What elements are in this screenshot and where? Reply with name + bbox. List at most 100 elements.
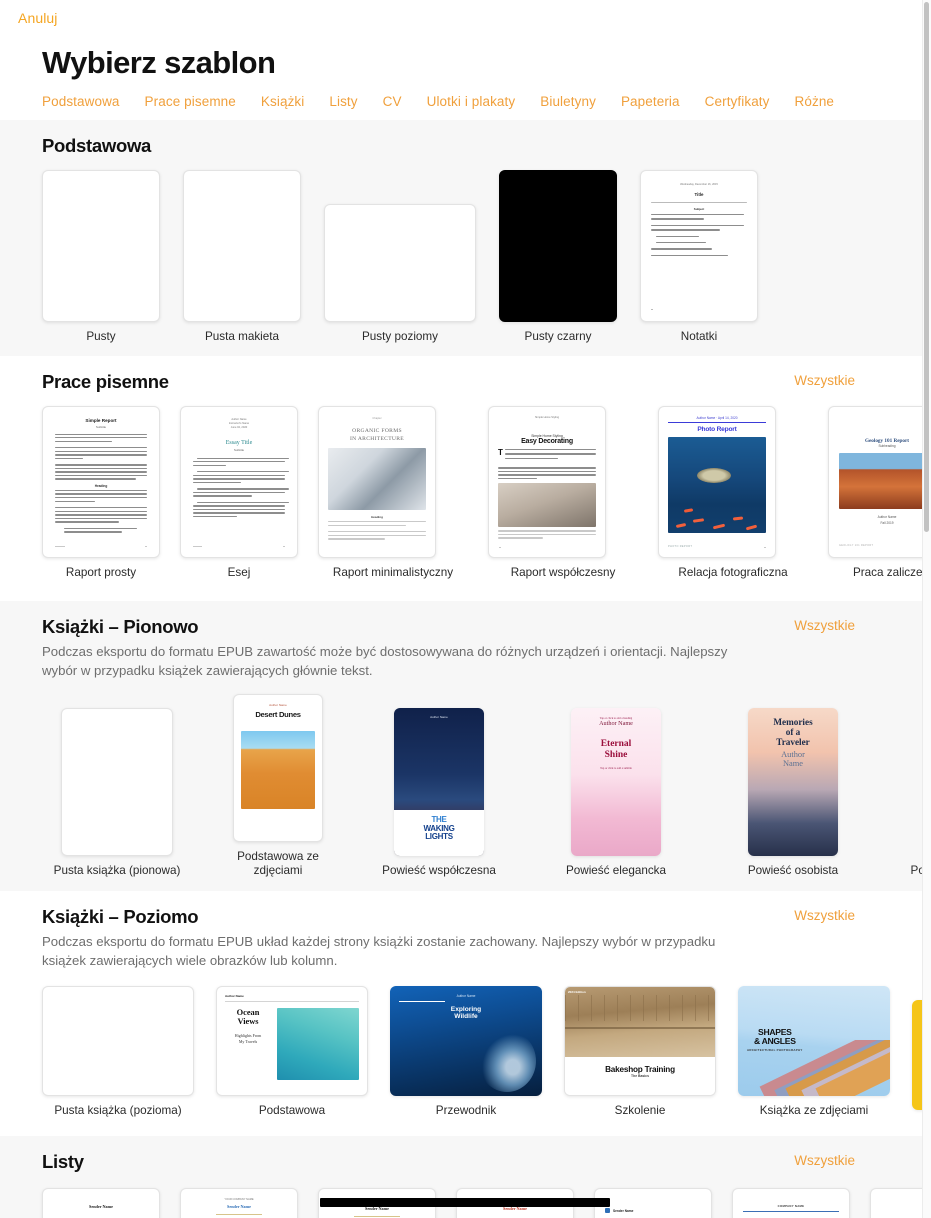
template-item-przewodnik[interactable]: Author Name Exploring Wildlife Przewodni…	[390, 986, 542, 1118]
thumbnail-szkolenie[interactable]: 2024 Edition Bakeshop Training The Basic…	[564, 986, 716, 1096]
template-caption: Książka ze zdjęciami	[759, 1104, 869, 1117]
memories-line3: Traveler	[776, 737, 810, 747]
eternal-author: Author Name	[599, 720, 633, 727]
template-caption: Raport współczesny	[510, 566, 616, 579]
template-item-podstawowa-ze-zdjeciami[interactable]: Author Name Desert Dunes Podstawowa ze z…	[219, 694, 337, 878]
template-item-list-2[interactable]: YOUR COMPANY NAME Sender Name	[180, 1188, 298, 1218]
template-item-powiesc-osobista[interactable]: Memories of a Traveler Author Name Powie…	[718, 708, 868, 878]
doc-subtitle: Subtitle	[95, 424, 107, 429]
tab-certyfikaty[interactable]: Certyfikaty	[705, 94, 770, 110]
essay-subtitle: Subtitle	[233, 447, 245, 452]
see-all-link[interactable]: Wszystkie	[794, 370, 913, 392]
thumbnail-pusta-ksiazka-pionowa[interactable]	[61, 708, 173, 856]
page-title: Wybierz szablon	[42, 45, 276, 80]
template-item-pusta-ksiazka-pozioma[interactable]: Pusta książka (pozioma)	[42, 986, 194, 1118]
thumbnail-esej[interactable]: Author Name Instructor's Name June 04, 2…	[180, 406, 298, 558]
see-all-link[interactable]: Wszystkie	[794, 905, 913, 927]
cancel-button[interactable]: Anuluj	[18, 10, 58, 26]
thumbnail-pusty[interactable]	[42, 170, 160, 322]
notes-title: Title	[694, 192, 704, 197]
tab-listy[interactable]: Listy	[329, 94, 357, 110]
thumbnail-podstawowa-pozioma[interactable]: Author Name Ocean Views Highlights From …	[216, 986, 368, 1096]
template-caption: Powieść współczesna	[382, 864, 496, 877]
template-item-podstawowa-pozioma[interactable]: Author Name Ocean Views Highlights From …	[216, 986, 368, 1118]
thumbnail-relacja-fotograficzna[interactable]: Author Name · April 14, 2020 Photo Repor…	[658, 406, 776, 558]
thumbnail-notatki[interactable]: Wednesday, December 16, 2015 Title Subje…	[640, 170, 758, 322]
thumbnail-list-2[interactable]: YOUR COMPANY NAME Sender Name	[180, 1188, 298, 1218]
thumbnail-przewodnik[interactable]: Author Name Exploring Wildlife	[390, 986, 542, 1096]
dunes-title: Desert Dunes	[255, 710, 301, 719]
tab-ksiazki[interactable]: Książki	[261, 94, 304, 110]
template-item-raport-prosty[interactable]: Simple Report Subtitle Heading Raport pr…	[42, 406, 160, 580]
template-item-relacja-fotograficzna[interactable]: Author Name · April 14, 2020 Photo Repor…	[658, 406, 808, 580]
thumbnail-praca-zaliczeniowa[interactable]: Geology 101 Report Subheading Author Nam…	[828, 406, 931, 558]
see-all-link[interactable]: Wszystkie	[794, 615, 913, 637]
template-caption: Praca zaliczeniowa	[852, 566, 931, 579]
template-item-pusty-poziomy[interactable]: Pusty poziomy	[324, 170, 476, 344]
tab-prace-pisemne[interactable]: Prace pisemne	[145, 94, 236, 110]
section-header: Prace pisemne Wszystkie	[0, 356, 931, 394]
section-header: Książki – Pionowo Wszystkie	[0, 601, 931, 639]
thumbnail-powiesc-osobista[interactable]: Memories of a Traveler Author Name	[748, 708, 838, 856]
section-header: Listy Wszystkie	[0, 1136, 931, 1174]
template-caption: Przewodnik	[435, 1104, 497, 1117]
template-item-pusta-ksiazka-pionowa[interactable]: Pusta książka (pionowa)	[42, 708, 192, 878]
section-podstawowa: Podstawowa Pusty Pusta makieta Pusty poz…	[0, 120, 931, 356]
letter-sender: Sender Name	[89, 1204, 113, 1209]
template-caption: Pusta książka (pozioma)	[54, 1104, 182, 1117]
essay-title: Essay Title	[225, 440, 253, 446]
tab-cv[interactable]: CV	[383, 94, 402, 110]
thumbnail-raport-wspolczesny[interactable]: Simple Home Styling Simple Home Styling …	[488, 406, 606, 558]
template-item-notatki[interactable]: Wednesday, December 16, 2015 Title Subje…	[640, 170, 758, 344]
tab-ulotki-i-plakaty[interactable]: Ulotki i plakaty	[427, 94, 516, 110]
template-item-esej[interactable]: Author Name Instructor's Name June 04, 2…	[180, 406, 298, 580]
template-item-szkolenie[interactable]: 2024 Edition Bakeshop Training The Basic…	[564, 986, 716, 1118]
template-item-pusta-makieta[interactable]: Pusta makieta	[183, 170, 301, 344]
template-item-list-6[interactable]: COMPANY NAME	[732, 1188, 850, 1218]
thumbnail-raport-prosty[interactable]: Simple Report Subtitle Heading	[42, 406, 160, 558]
thumbnail-powiesc-wspolczesna[interactable]: Author Name THE WAKING LIGHTS	[394, 708, 484, 856]
bakeshop-subtitle: The Basics	[631, 1074, 649, 1078]
thumbnail-ksiazka-ze-zdjeciami[interactable]: SHAPES & ANGLES ARCHITECTURAL PHOTOGRAPH…	[738, 986, 890, 1096]
letter-company: COMPANY NAME	[777, 1204, 805, 1208]
tab-biuletyny[interactable]: Biuletyny	[540, 94, 596, 110]
template-item-list-5[interactable]: Sender Name	[594, 1188, 712, 1218]
template-item-raport-minimalistyczny[interactable]: Chapter ORGANIC FORMS IN ARCHITECTURE He…	[318, 406, 468, 580]
section-ksiazki-pionowo: Książki – Pionowo Wszystkie Podczas eksp…	[0, 601, 931, 891]
waking-author: Author Name	[430, 715, 448, 719]
tab-rozne[interactable]: Różne	[795, 94, 835, 110]
template-item-powiesc-elegancka[interactable]: Tap or click to add a heading Author Nam…	[541, 708, 691, 878]
template-row: Pusta książka (pionowa) Author Name Dese…	[0, 680, 931, 878]
thumbnail-podstawowa-ze-zdjeciami[interactable]: Author Name Desert Dunes	[233, 694, 323, 842]
thumbnail-pusta-ksiazka-pozioma[interactable]	[42, 986, 194, 1096]
tab-papeteria[interactable]: Papeteria	[621, 94, 680, 110]
thumbnail-pusta-makieta[interactable]	[183, 170, 301, 322]
template-caption: Pusty poziomy	[362, 330, 438, 343]
template-caption: Szkolenie	[614, 1104, 666, 1117]
thumbnail-raport-minimalistyczny[interactable]: Chapter ORGANIC FORMS IN ARCHITECTURE He…	[318, 406, 436, 558]
eternal-sub: Tap or click to add a subtitle	[600, 767, 632, 770]
section-title: Książki – Pionowo	[42, 616, 199, 637]
thumbnail-list-5[interactable]: Sender Name	[594, 1188, 712, 1218]
thumbnail-pusty-poziomy[interactable]	[324, 204, 476, 322]
letter-sender: Sender Name	[227, 1204, 251, 1209]
wildlife-author: Author Name	[456, 994, 476, 998]
section-ksiazki-poziomo: Książki – Poziomo Wszystkie Podczas eksp…	[0, 891, 931, 1136]
thumbnail-powiesc-elegancka[interactable]: Tap or click to add a heading Author Nam…	[571, 708, 661, 856]
scrollbar-thumb[interactable]	[924, 2, 929, 532]
memories-author-1: Author	[781, 750, 805, 759]
template-item-pusty[interactable]: Pusty	[42, 170, 160, 344]
tab-podstawowa[interactable]: Podstawowa	[42, 94, 120, 110]
template-item-praca-zaliczeniowa[interactable]: Geology 101 Report Subheading Author Nam…	[828, 406, 931, 580]
thumbnail-pusty-czarny[interactable]	[499, 170, 617, 322]
memories-author-2: Name	[783, 759, 803, 769]
template-item-pusty-czarny[interactable]: Pusty czarny	[499, 170, 617, 344]
doc-title: Simple Report	[85, 418, 117, 423]
template-item-powiesc-wspolczesna[interactable]: Author Name THE WAKING LIGHTS Powieść ws…	[364, 708, 514, 878]
template-item-ksiazka-ze-zdjeciami[interactable]: SHAPES & ANGLES ARCHITECTURAL PHOTOGRAPH…	[738, 986, 890, 1118]
template-item-raport-wspolczesny[interactable]: Simple Home Styling Simple Home Styling …	[488, 406, 638, 580]
template-item-list-1[interactable]: Sender Name	[42, 1188, 160, 1218]
thumbnail-list-1[interactable]: Sender Name	[42, 1188, 160, 1218]
thumbnail-list-6[interactable]: COMPANY NAME	[732, 1188, 850, 1218]
see-all-link[interactable]: Wszystkie	[794, 1150, 913, 1172]
